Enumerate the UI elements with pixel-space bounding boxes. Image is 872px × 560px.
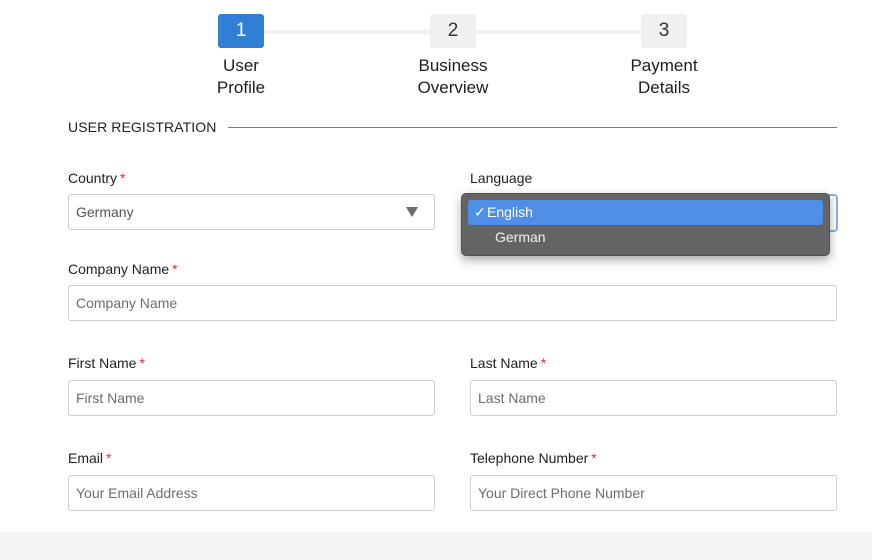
required-asterisk: * (106, 450, 112, 466)
language-option-english[interactable]: ✓English (468, 200, 823, 225)
section-title: USER REGISTRATION (68, 119, 229, 135)
language-label-text: Language (470, 170, 533, 186)
company-name-placeholder: Company Name (76, 295, 178, 311)
required-asterisk: * (540, 355, 547, 371)
telephone-input[interactable]: Your Direct Phone Number (470, 475, 837, 511)
step-label: Business Overview (417, 56, 489, 97)
step-number: 2 (430, 14, 476, 48)
required-asterisk: * (591, 450, 597, 466)
first-name-input[interactable]: First Name (68, 380, 435, 416)
country-selected-value: Germany (76, 204, 134, 220)
step-payment-details[interactable]: 3 Payment Details (594, 14, 734, 99)
first-name-label-text: First Name (68, 355, 137, 371)
country-select[interactable]: Germany (68, 194, 435, 230)
company-name-label-text: Company Name (68, 261, 170, 277)
step-user-profile[interactable]: 1 User Profile (171, 14, 311, 99)
bottom-bar (0, 532, 872, 560)
checkmark-icon: ✓ (474, 204, 486, 220)
dropdown-arrow-icon (406, 207, 418, 217)
telephone-label: Telephone Number * (470, 450, 597, 466)
email-label: Email * (68, 450, 111, 466)
language-option-german[interactable]: German (468, 225, 823, 250)
email-input[interactable]: Your Email Address (68, 475, 435, 511)
option-label: English (487, 204, 533, 220)
required-asterisk: * (139, 355, 145, 371)
email-label-text: Email (68, 450, 104, 466)
option-label: German (495, 229, 546, 245)
first-name-placeholder: First Name (76, 390, 145, 406)
last-name-label: Last Name * (470, 355, 546, 371)
last-name-placeholder: Last Name (478, 390, 546, 406)
required-asterisk: * (120, 170, 126, 186)
company-name-label: Company Name * (68, 261, 178, 277)
country-label: Country * (68, 170, 125, 186)
telephone-label-text: Telephone Number (470, 450, 589, 466)
required-asterisk: * (172, 261, 178, 277)
telephone-placeholder: Your Direct Phone Number (478, 485, 645, 501)
email-placeholder: Your Email Address (76, 485, 198, 501)
language-dropdown-menu: ✓English German (461, 193, 830, 256)
language-label: Language (470, 170, 532, 186)
last-name-label-text: Last Name (470, 355, 538, 371)
first-name-label: First Name * (68, 355, 145, 371)
last-name-input[interactable]: Last Name (470, 380, 837, 416)
step-label: Payment Details (630, 56, 698, 97)
step-label: User Profile (216, 56, 266, 97)
step-number: 1 (218, 14, 264, 48)
country-label-text: Country (68, 170, 118, 186)
company-name-input[interactable]: Company Name (68, 285, 837, 321)
registration-stepper: 1 User Profile 2 Business Overview 3 Pay… (0, 0, 872, 110)
step-business-overview[interactable]: 2 Business Overview (383, 14, 523, 99)
step-number: 3 (641, 14, 687, 48)
